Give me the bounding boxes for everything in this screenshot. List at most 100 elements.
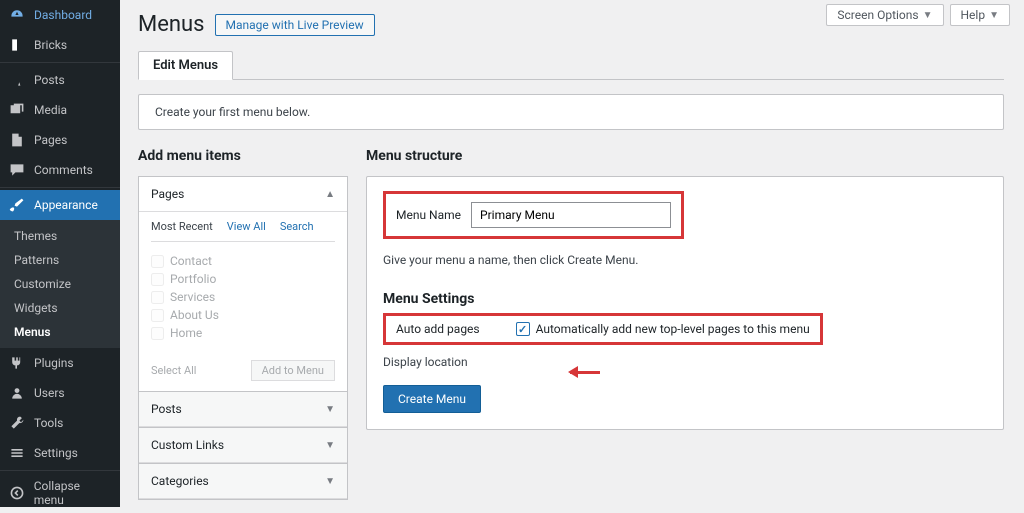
accordion-head-posts[interactable]: Posts ▼	[139, 392, 347, 427]
sidebar-item-settings[interactable]: Settings	[0, 438, 120, 468]
chevron-down-icon: ▼	[325, 440, 335, 451]
columns: Add menu items Pages ▲ Most Recent View …	[138, 148, 1004, 500]
auto-add-checkbox-wrap[interactable]: ✓ Automatically add new top-level pages …	[516, 322, 810, 336]
checkbox-checked-icon[interactable]: ✓	[516, 322, 530, 336]
screen-options-button[interactable]: Screen Options▼	[826, 4, 943, 26]
pin-icon	[8, 71, 26, 89]
acc-title: Custom Links	[151, 438, 224, 452]
page-item[interactable]: Contact	[151, 252, 335, 270]
create-menu-button[interactable]: Create Menu	[383, 385, 481, 413]
menu-settings-heading: Menu Settings	[383, 291, 987, 307]
page-item[interactable]: Home	[151, 324, 335, 342]
sidebar-item-collapse[interactable]: Collapse menu	[0, 473, 120, 513]
sub-themes[interactable]: Themes	[0, 224, 120, 248]
sidebar-item-bricks[interactable]: Bricks	[0, 30, 120, 60]
page-checklist: Contact Portfolio Services About Us Home	[151, 242, 335, 352]
sidebar-item-dashboard[interactable]: Dashboard	[0, 0, 120, 30]
tab-edit-menus[interactable]: Edit Menus	[138, 51, 233, 80]
live-preview-button[interactable]: Manage with Live Preview	[215, 14, 375, 36]
wrench-icon	[8, 414, 26, 432]
tab-most-recent[interactable]: Most Recent	[151, 220, 213, 233]
menu-hint: Give your menu a name, then click Create…	[383, 253, 987, 267]
display-location-label: Display location	[383, 355, 987, 369]
sub-patterns[interactable]: Patterns	[0, 248, 120, 272]
chevron-up-icon: ▲	[325, 189, 335, 200]
sidebar-item-media[interactable]: Media	[0, 95, 120, 125]
arrow-head-icon	[562, 366, 578, 378]
accordion-posts: Posts ▼	[138, 391, 348, 428]
sidebar-item-posts[interactable]: Posts	[0, 65, 120, 95]
tab-search[interactable]: Search	[280, 220, 314, 233]
btn-label: Screen Options	[837, 8, 918, 22]
sub-menus[interactable]: Menus	[0, 320, 120, 344]
bricks-icon	[8, 36, 26, 54]
add-to-menu-button[interactable]: Add to Menu	[251, 360, 335, 381]
sidebar-label: Collapse menu	[34, 479, 112, 507]
page-item[interactable]: Services	[151, 288, 335, 306]
accordion-categories: Categories ▼	[138, 463, 348, 500]
chevron-down-icon: ▼	[989, 10, 999, 21]
accordion-head-custom-links[interactable]: Custom Links ▼	[139, 428, 347, 463]
add-items-heading: Add menu items	[138, 148, 348, 164]
acc-title: Posts	[151, 402, 182, 416]
sidebar-separator	[0, 62, 120, 63]
plug-icon	[8, 354, 26, 372]
comment-icon	[8, 161, 26, 179]
tab-view-all[interactable]: View All	[227, 220, 266, 233]
help-button[interactable]: Help▼	[950, 4, 1011, 26]
sub-customize[interactable]: Customize	[0, 272, 120, 296]
sidebar-item-appearance[interactable]: Appearance	[0, 190, 120, 220]
accordion-stack: Pages ▲ Most Recent View All Search Cont…	[138, 176, 348, 500]
sidebar-separator	[0, 187, 120, 188]
accordion-pages: Pages ▲ Most Recent View All Search Cont…	[138, 176, 348, 392]
sidebar-item-tools[interactable]: Tools	[0, 408, 120, 438]
sidebar-label: Media	[34, 103, 67, 117]
menu-panel: Menu Name Give your menu a name, then cl…	[366, 176, 1004, 430]
sidebar-label: Tools	[34, 416, 63, 430]
checkbox[interactable]	[151, 291, 164, 304]
menu-name-row: Menu Name	[383, 191, 684, 239]
page-title: Menus	[138, 12, 205, 37]
page-item[interactable]: About Us	[151, 306, 335, 324]
user-icon	[8, 384, 26, 402]
annotation-arrow	[570, 371, 600, 374]
accordion-footer: Select All Add to Menu	[151, 352, 335, 381]
sidebar-separator	[0, 470, 120, 471]
sidebar-label: Settings	[34, 446, 78, 460]
auto-add-row: Auto add pages ✓ Automatically add new t…	[383, 313, 823, 345]
admin-sidebar: Dashboard Bricks Posts Media Pages Comme…	[0, 0, 120, 507]
auto-add-label: Auto add pages	[396, 322, 480, 336]
checkbox[interactable]	[151, 327, 164, 340]
menu-name-input[interactable]	[471, 202, 671, 228]
sub-widgets[interactable]: Widgets	[0, 296, 120, 320]
media-icon	[8, 101, 26, 119]
tabs: Edit Menus	[138, 51, 1004, 80]
menu-structure-column: Menu structure Menu Name Give your menu …	[366, 148, 1004, 500]
sidebar-submenu: Themes Patterns Customize Widgets Menus	[0, 220, 120, 348]
sidebar-item-pages[interactable]: Pages	[0, 125, 120, 155]
btn-label: Help	[961, 8, 986, 22]
page-item[interactable]: Portfolio	[151, 270, 335, 288]
checkbox[interactable]	[151, 273, 164, 286]
add-menu-items-column: Add menu items Pages ▲ Most Recent View …	[138, 148, 348, 500]
page-label: Portfolio	[170, 272, 216, 286]
notice-banner: Create your first menu below.	[138, 94, 1004, 130]
sidebar-label: Appearance	[34, 198, 98, 212]
acc-tabs: Most Recent View All Search	[151, 212, 335, 242]
acc-title: Categories	[151, 474, 209, 488]
accordion-custom-links: Custom Links ▼	[138, 427, 348, 464]
sidebar-label: Plugins	[34, 356, 74, 370]
auto-add-text: Automatically add new top-level pages to…	[536, 322, 810, 336]
sidebar-item-users[interactable]: Users	[0, 378, 120, 408]
checkbox[interactable]	[151, 309, 164, 322]
top-toolbar: Screen Options▼ Help▼	[826, 4, 1010, 26]
accordion-head-pages[interactable]: Pages ▲	[139, 177, 347, 212]
checkbox[interactable]	[151, 255, 164, 268]
sidebar-label: Bricks	[34, 38, 67, 52]
accordion-head-categories[interactable]: Categories ▼	[139, 464, 347, 499]
select-all-link[interactable]: Select All	[151, 364, 196, 377]
sidebar-label: Users	[34, 386, 65, 400]
sidebar-item-comments[interactable]: Comments	[0, 155, 120, 185]
accordion-body: Most Recent View All Search Contact Port…	[139, 212, 347, 391]
sidebar-item-plugins[interactable]: Plugins	[0, 348, 120, 378]
